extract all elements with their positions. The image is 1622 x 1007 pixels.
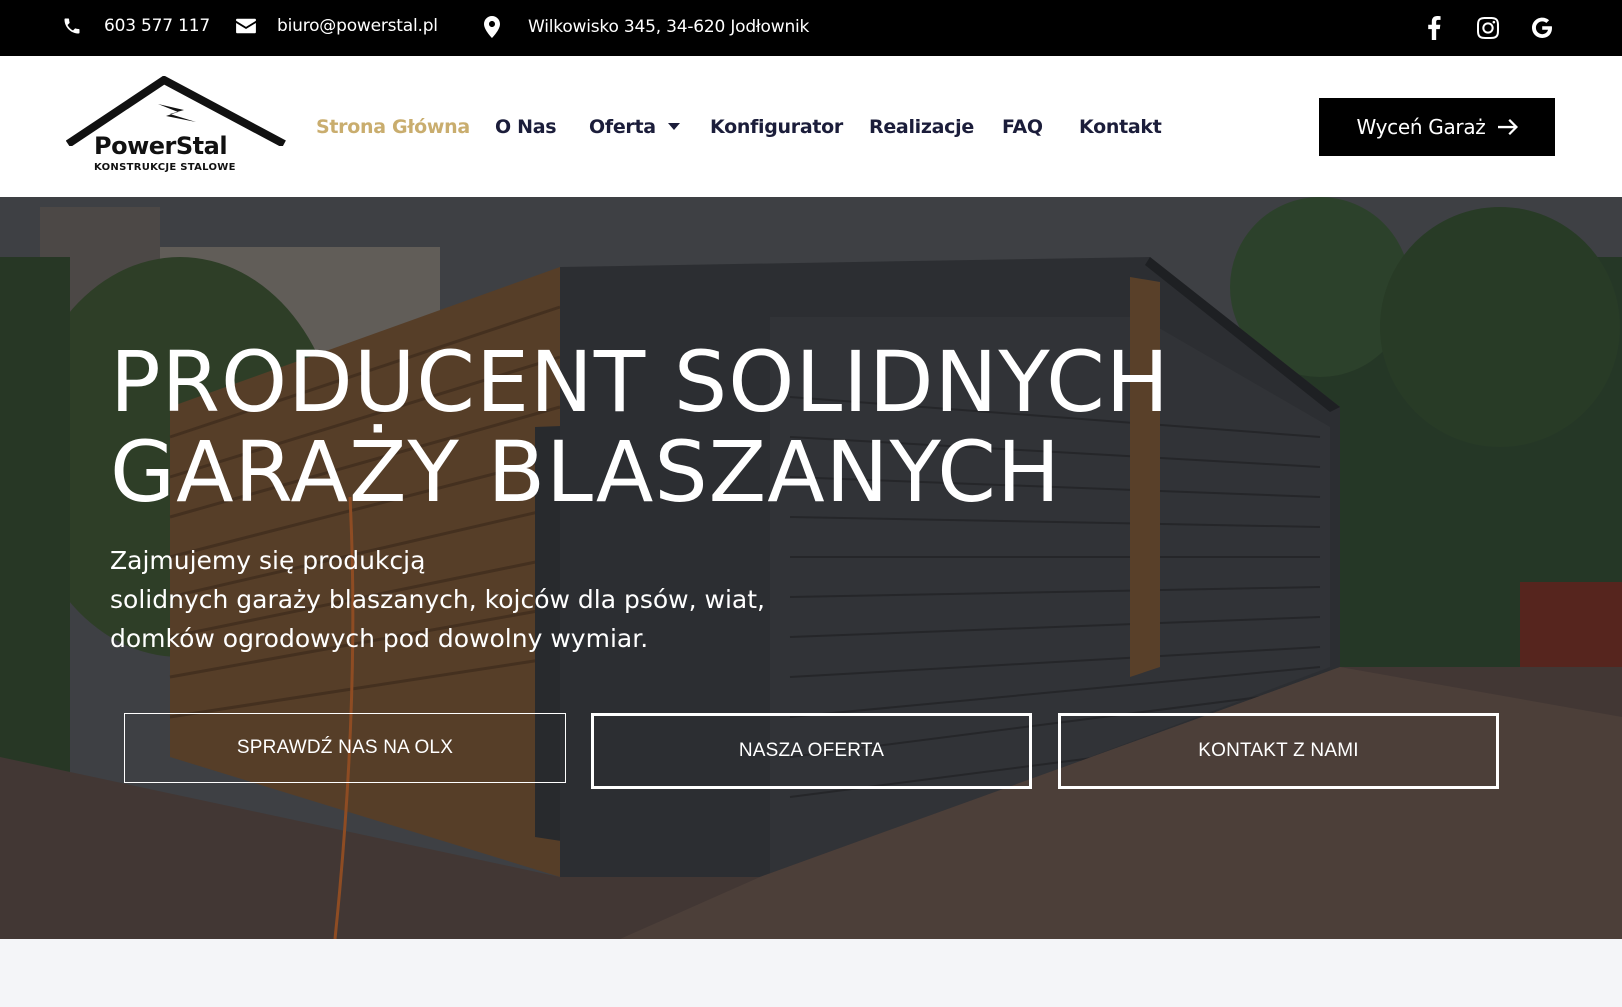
nav-strona-glowna[interactable]: Strona Główna: [316, 56, 470, 197]
hero-title-line-1: PRODUCENT SOLIDNYCH: [110, 333, 1170, 431]
hero-subtitle-line-3: domków ogrodowych pod dowolny wymiar.: [110, 624, 649, 653]
logo-tagline: KONSTRUKCJE STALOWE: [94, 162, 236, 173]
nav-oferta[interactable]: Oferta: [589, 56, 680, 197]
next-section: [0, 939, 1622, 1007]
facebook-icon: [1428, 16, 1441, 40]
nav-realizacje[interactable]: Realizacje: [869, 56, 974, 197]
nav-o-nas[interactable]: O Nas: [495, 56, 557, 197]
quote-garage-label: Wyceń Garaż: [1356, 115, 1486, 139]
hero-subtitle: Zajmujemy się produkcją solidnych garaży…: [110, 541, 870, 658]
phone-icon: [64, 18, 80, 34]
envelope-icon: [236, 18, 256, 34]
nav-oferta-label: Oferta: [589, 115, 656, 138]
hero-subtitle-line-1: Zajmujemy się produkcją: [110, 546, 426, 575]
caret-down-icon: [667, 123, 680, 130]
google-icon: [1532, 17, 1552, 38]
top-bar: 603 577 117 biuro@powerstal.pl Wilkowisk…: [0, 0, 1622, 56]
hero-title-line-2: GARAŻY BLASZANYCH: [110, 423, 1062, 521]
hero-subtitle-line-2: solidnych garaży blaszanych, kojców dla …: [110, 585, 765, 614]
google-link[interactable]: [1528, 14, 1556, 42]
instagram-icon: [1477, 17, 1499, 39]
olx-button[interactable]: SPRAWDŹ NAS NA OLX: [124, 713, 566, 783]
quote-garage-button[interactable]: Wyceń Garaż: [1319, 98, 1555, 156]
facebook-link[interactable]: [1420, 14, 1448, 42]
email-address: biuro@powerstal.pl: [277, 16, 438, 36]
logo-brand-text: PowerStal: [94, 132, 228, 160]
powerstal-logo[interactable]: PowerStal KONSTRUKCJE STALOWE: [66, 76, 286, 176]
hero-title: PRODUCENT SOLIDNYCH GARAŻY BLASZANYCH: [110, 337, 1530, 517]
map-pin-icon: [484, 16, 500, 38]
phone-contact[interactable]: 603 577 117: [62, 16, 210, 36]
instagram-link[interactable]: [1474, 14, 1502, 42]
phone-number: 603 577 117: [104, 16, 210, 36]
offer-button[interactable]: NASZA OFERTA: [591, 713, 1032, 789]
nav-faq[interactable]: FAQ: [1002, 56, 1043, 197]
nav-konfigurator[interactable]: Konfigurator: [710, 56, 843, 197]
nav-kontakt[interactable]: Kontakt: [1079, 56, 1162, 197]
arrow-right-icon: [1497, 119, 1518, 135]
address-contact[interactable]: Wilkowisko 345, 34-620 Jodłownik: [484, 16, 809, 38]
address-text: Wilkowisko 345, 34-620 Jodłownik: [528, 17, 810, 37]
email-contact[interactable]: biuro@powerstal.pl: [235, 16, 438, 36]
contact-button[interactable]: KONTAKT Z NAMI: [1058, 713, 1499, 789]
hero-section: PRODUCENT SOLIDNYCH GARAŻY BLASZANYCH Za…: [0, 197, 1622, 939]
